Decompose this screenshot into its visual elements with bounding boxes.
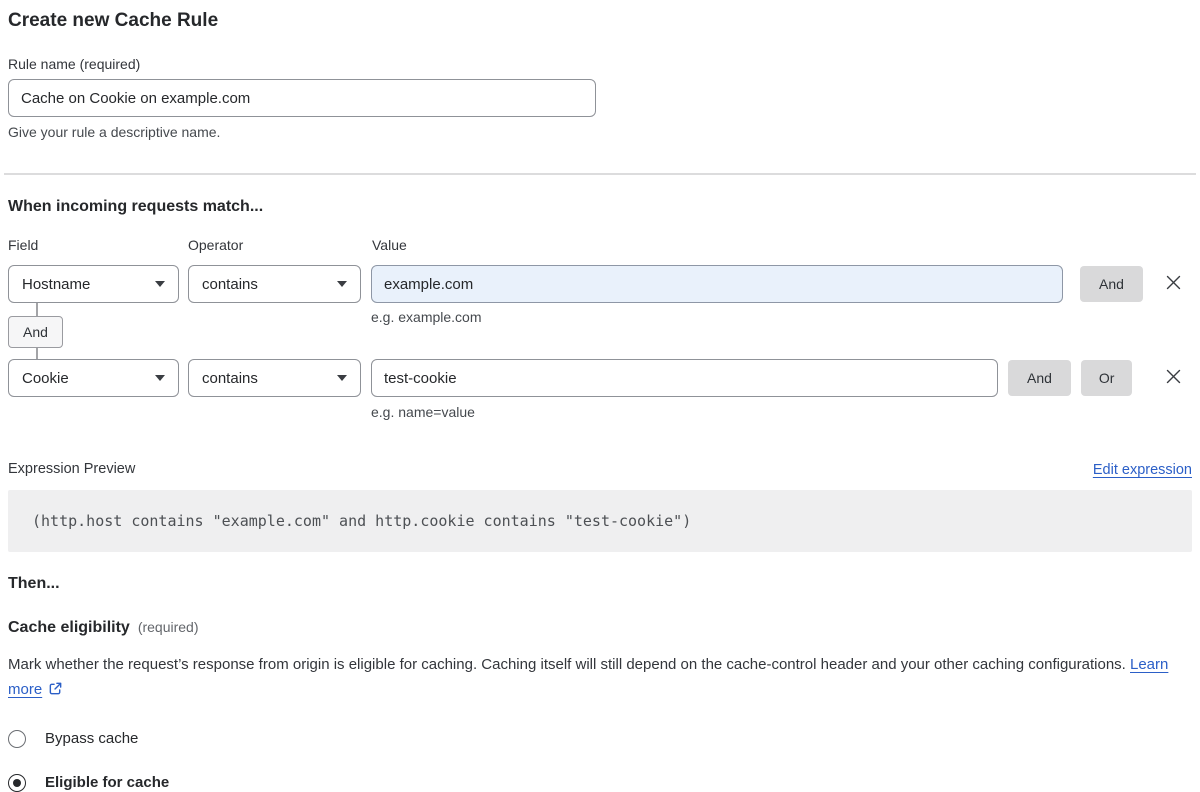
cache-eligibility-description: Mark whether the request’s response from… (8, 652, 1192, 704)
chevron-down-icon (155, 281, 165, 287)
condition-connector-zone: And e.g. example.com (8, 303, 1192, 359)
expression-code-block: (http.host contains "example.com" and ht… (8, 490, 1192, 552)
page-title: Create new Cache Rule (8, 8, 1192, 34)
condition-column-labels: Field Operator Value (8, 237, 1192, 254)
remove-condition-button[interactable] (1161, 272, 1185, 296)
value-hint: e.g. name=value (371, 403, 1192, 421)
rule-name-input[interactable] (8, 79, 596, 117)
value-input[interactable] (371, 265, 1063, 303)
cache-eligibility-heading: Cache eligibility (8, 618, 130, 638)
condition-connector-and-button[interactable]: And (8, 316, 63, 348)
create-cache-rule-page: Create new Cache Rule Rule name (require… (0, 0, 1200, 792)
condition-row-1: Hostname contains And (8, 265, 1192, 303)
field-select-value: Hostname (22, 276, 90, 293)
edit-expression-link[interactable]: Edit expression (1093, 462, 1192, 478)
chevron-down-icon (337, 281, 347, 287)
operator-select[interactable]: contains (188, 359, 361, 397)
and-button[interactable]: And (1080, 266, 1143, 302)
value-input[interactable] (371, 359, 998, 397)
condition-row-2: Cookie contains And Or (8, 359, 1192, 397)
radio-selected-icon[interactable] (8, 774, 26, 792)
field-select[interactable]: Hostname (8, 265, 179, 303)
value-column-label: Value (372, 237, 407, 254)
field-select-value: Cookie (22, 370, 69, 387)
chevron-down-icon (155, 375, 165, 381)
or-button[interactable]: Or (1081, 360, 1133, 396)
rule-name-helper: Give your rule a descriptive name. (8, 123, 1192, 141)
expression-preview-header: Expression Preview Edit expression (8, 460, 1192, 478)
and-button[interactable]: And (1008, 360, 1071, 396)
rule-name-label: Rule name (required) (8, 55, 1192, 73)
cache-eligibility-heading-row: Cache eligibility (required) (8, 618, 1192, 638)
field-select[interactable]: Cookie (8, 359, 179, 397)
radio-dot (13, 779, 21, 787)
expression-preview-label: Expression Preview (8, 460, 135, 478)
connector-line (36, 303, 38, 316)
connector-line (36, 348, 38, 359)
radio-unselected-icon[interactable] (8, 730, 26, 748)
match-heading: When incoming requests match... (8, 196, 1192, 217)
description-text: Mark whether the request’s response from… (8, 656, 1130, 673)
operator-column-label: Operator (188, 237, 372, 254)
operator-select-value: contains (202, 276, 258, 293)
radio-option-bypass-cache[interactable]: Bypass cache (8, 729, 138, 748)
close-icon (1164, 367, 1183, 389)
external-link-icon (48, 679, 63, 704)
section-divider (4, 173, 1196, 175)
remove-condition-button[interactable] (1161, 366, 1185, 390)
value-hint: e.g. example.com (371, 309, 482, 325)
radio-label: Bypass cache (45, 729, 138, 748)
field-column-label: Field (8, 237, 188, 254)
radio-option-eligible-for-cache[interactable]: Eligible for cache (8, 773, 169, 792)
then-heading: Then... (8, 573, 1192, 594)
required-tag: (required) (138, 619, 199, 635)
operator-select-value: contains (202, 370, 258, 387)
radio-label: Eligible for cache (45, 773, 169, 792)
chevron-down-icon (337, 375, 347, 381)
operator-select[interactable]: contains (188, 265, 361, 303)
close-icon (1164, 273, 1183, 295)
